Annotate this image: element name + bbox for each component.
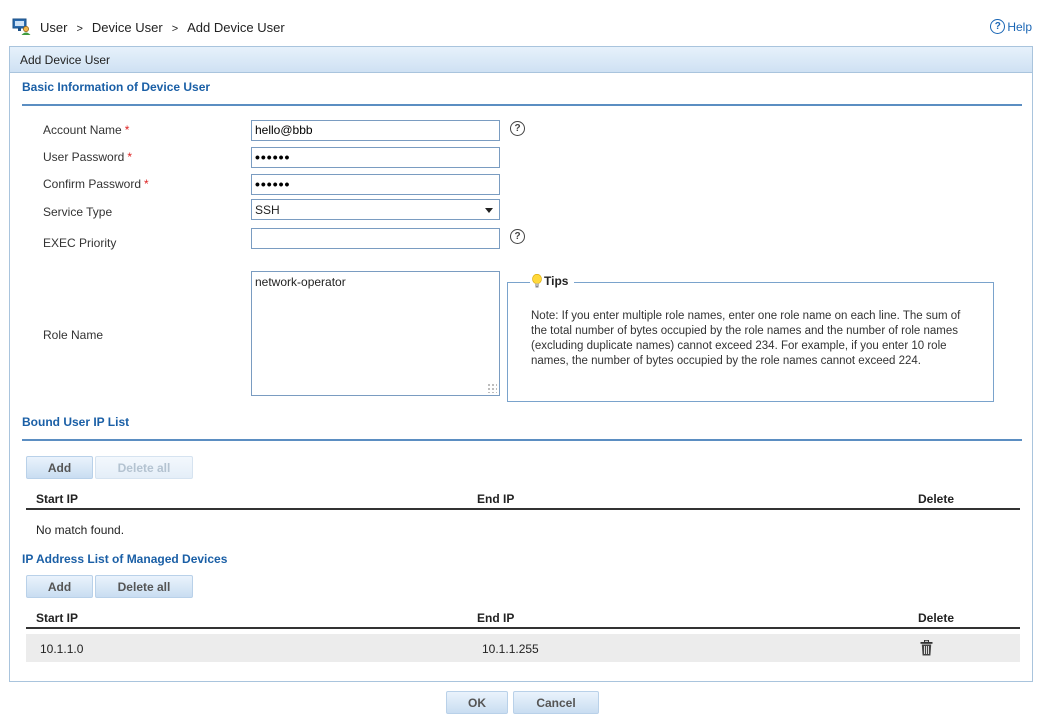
breadcrumb-device-user[interactable]: Device User [92, 20, 163, 35]
exec-priority-label: EXEC Priority [43, 236, 117, 250]
exec-priority-help-icon[interactable]: ? [510, 229, 525, 244]
account-name-input[interactable]: hello@bbb [251, 120, 500, 141]
confirm-password-input[interactable]: •••••• [251, 174, 500, 195]
trash-icon[interactable] [920, 640, 933, 656]
managed-add-button[interactable]: Add [26, 575, 93, 598]
user-password-label: User Password * [43, 150, 133, 164]
col-end-ip: End IP [477, 492, 515, 506]
help-link[interactable]: ? Help [990, 19, 1032, 34]
account-name-label: Account Name * [43, 123, 130, 137]
user-management-icon [12, 18, 31, 35]
section-divider [22, 439, 1022, 441]
row-end-ip: 10.1.1.255 [482, 642, 539, 656]
service-type-value: SSH [255, 203, 280, 217]
help-label: Help [1007, 19, 1032, 34]
table-row: 10.1.1.0 10.1.1.255 [26, 634, 1020, 662]
col-end-ip: End IP [477, 611, 515, 625]
col-start-ip: Start IP [36, 611, 79, 625]
exec-priority-input[interactable] [251, 228, 500, 249]
required-mark: * [127, 150, 133, 164]
role-name-textarea[interactable]: network-operator [251, 271, 500, 396]
ok-button[interactable]: OK [446, 691, 508, 714]
service-type-label: Service Type [43, 205, 113, 219]
col-delete: Delete [918, 611, 955, 625]
col-delete: Delete [918, 492, 955, 506]
top-bar: User > Device User > Add Device User ? Help [0, 0, 1044, 42]
tips-header: Tips [530, 274, 575, 288]
role-name-value: network-operator [255, 275, 346, 289]
question-circle-icon: ? [990, 19, 1006, 34]
confirm-password-label: Confirm Password * [43, 177, 149, 191]
row-start-ip: 10.1.1.0 [40, 642, 84, 656]
breadcrumb-user[interactable]: User [40, 20, 67, 35]
role-name-label: Role Name [43, 328, 104, 342]
panel-title: Add Device User [10, 47, 1032, 73]
breadcrumb: User > Device User > Add Device User [40, 20, 285, 35]
section-divider [22, 104, 1022, 106]
tips-text: Note: If you enter multiple role names, … [531, 310, 961, 367]
managed-table-header: Start IP End IP Delete [26, 607, 1020, 629]
add-device-user-panel: Add Device User Basic Information of Dev… [9, 46, 1033, 682]
bound-delete-all-button[interactable]: Delete all [95, 456, 193, 479]
lightbulb-icon [532, 274, 542, 288]
bound-empty-message: No match found. [36, 523, 125, 537]
bound-ip-section-title: Bound User IP List [22, 415, 130, 429]
basic-info-section-title: Basic Information of Device User [22, 80, 211, 94]
managed-ip-section-title: IP Address List of Managed Devices [22, 552, 228, 566]
bound-table-header: Start IP End IP Delete [26, 488, 1020, 510]
required-mark: * [144, 177, 149, 191]
service-type-select[interactable]: SSH [251, 199, 500, 220]
breadcrumb-add-device-user: Add Device User [187, 20, 285, 35]
col-start-ip: Start IP [36, 492, 79, 506]
breadcrumb-separator: > [171, 23, 179, 35]
bound-add-button[interactable]: Add [26, 456, 93, 479]
tips-title: Tips [544, 274, 569, 288]
required-mark: * [124, 123, 130, 137]
account-name-help-icon[interactable]: ? [510, 121, 525, 136]
managed-delete-all-button[interactable]: Delete all [95, 575, 193, 598]
chevron-down-icon [485, 208, 493, 213]
user-password-input[interactable]: •••••• [251, 147, 500, 168]
resize-grip-icon[interactable] [487, 383, 497, 393]
breadcrumb-separator: > [76, 23, 83, 35]
cancel-button[interactable]: Cancel [513, 691, 599, 714]
tips-box: Tips Note: If you enter multiple role na… [507, 274, 994, 402]
